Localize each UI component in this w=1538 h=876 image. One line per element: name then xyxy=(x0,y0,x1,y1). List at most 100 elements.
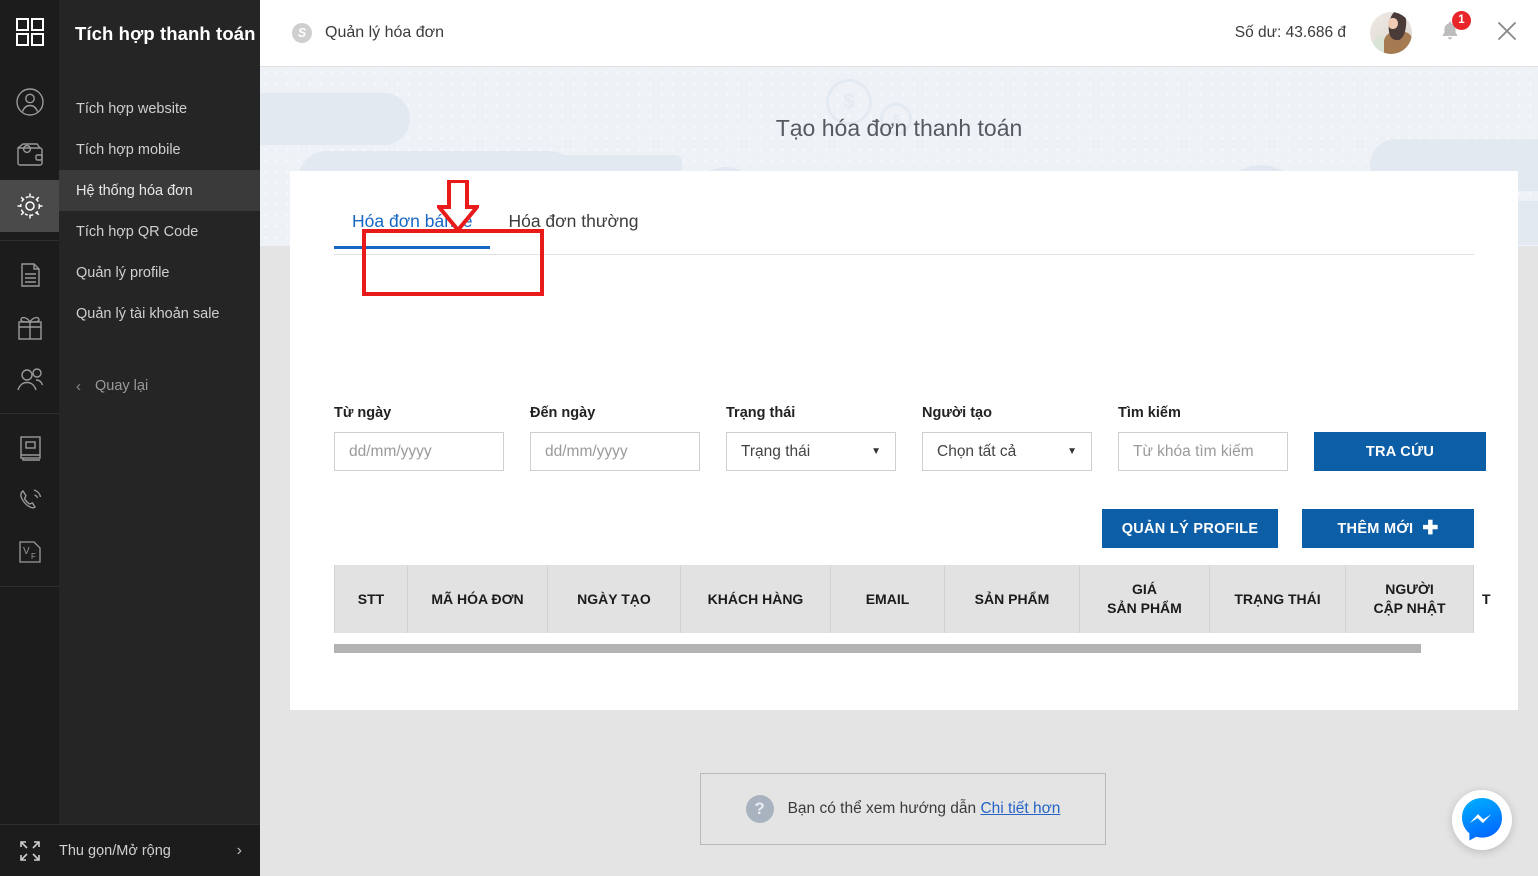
to-date-input[interactable]: dd/mm/yyyy xyxy=(530,432,700,471)
tab-hoa-don-ban-le[interactable]: Hóa đơn bán lẻ xyxy=(334,199,491,249)
app-window: V F Tích hợp thanh toán Tích hợp website… xyxy=(0,0,1538,876)
sidebar-back-button[interactable]: ‹ Quay lại xyxy=(59,368,260,404)
filter-from-date: Từ ngày dd/mm/yyyy xyxy=(334,405,504,471)
account-icon xyxy=(13,85,47,119)
rail-item-vcard[interactable]: V F xyxy=(0,526,59,578)
rail-item-users[interactable] xyxy=(0,353,59,405)
filter-label: Tìm kiếm xyxy=(1118,405,1181,421)
svg-text:V: V xyxy=(23,546,30,557)
column-header-truncated[interactable]: T xyxy=(1474,565,1504,633)
column-header-nguoi-cap-nhat[interactable]: NGƯỜI CẬP NHẬT xyxy=(1346,565,1474,633)
status-select[interactable]: Trạng thái ▼ xyxy=(726,432,896,471)
filter-creator: Người tạo Chọn tất cả ▼ xyxy=(922,405,1092,471)
column-header-san-pham[interactable]: SẢN PHẨM xyxy=(945,565,1080,633)
top-bar-left: S Quản lý hóa đơn xyxy=(260,23,444,43)
filter-label: Người tạo xyxy=(922,405,992,421)
rail-item-settings[interactable] xyxy=(0,180,59,232)
from-date-input[interactable]: dd/mm/yyyy xyxy=(334,432,504,471)
notification-bell[interactable]: 1 xyxy=(1438,10,1471,48)
rail-item-account[interactable] xyxy=(0,76,59,128)
balance-label: Số dư: 43.686 đ xyxy=(1234,24,1346,41)
rail-item-gift[interactable] xyxy=(0,301,59,353)
column-header-email[interactable]: EMAIL xyxy=(831,565,945,633)
banner-title: Tạo hóa đơn thanh toán xyxy=(775,115,1023,141)
rail-group-3: V F xyxy=(0,414,59,587)
chevron-left-icon: ‹ xyxy=(76,377,81,395)
column-header-ngay-tao[interactable]: NGÀY TẠO xyxy=(548,565,681,633)
help-message: Bạn có thể xem hướng dẫn xyxy=(787,800,981,817)
rail-group-2 xyxy=(0,241,59,414)
close-icon[interactable] xyxy=(1494,18,1520,49)
plus-icon: ✚ xyxy=(1422,518,1439,539)
bell-notification-icon xyxy=(1438,21,1462,47)
column-header-khach-hang[interactable]: KHÁCH HÀNG xyxy=(681,565,831,633)
sidebar-back-label: Quay lại xyxy=(95,378,149,394)
expand-arrows-icon xyxy=(0,840,59,862)
icon-rail: V F xyxy=(0,0,59,876)
column-header-gia-san-pham[interactable]: GIÁ SẢN PHẨM xyxy=(1080,565,1210,633)
rail-item-wallet[interactable] xyxy=(0,128,59,180)
chevron-down-icon: ▼ xyxy=(1067,446,1077,457)
vcard-icon: V F xyxy=(15,537,45,567)
wallet-icon xyxy=(13,137,47,171)
grid-apps-icon xyxy=(14,16,46,53)
search-button[interactable]: TRA CỨU xyxy=(1314,432,1486,471)
gift-icon xyxy=(14,311,46,343)
tab-bar: Hóa đơn bán lẻ Hóa đơn thường xyxy=(334,199,1474,255)
messenger-icon xyxy=(1459,795,1505,846)
page-title: Quản lý hóa đơn xyxy=(325,24,445,41)
filter-to-date: Đến ngày dd/mm/yyyy xyxy=(530,405,700,471)
top-bar-right: Số dư: 43.686 đ 1 xyxy=(1234,10,1538,54)
status-select-value: Trạng thái xyxy=(741,442,811,460)
filter-label: Trạng thái xyxy=(726,405,796,421)
filter-label: Đến ngày xyxy=(530,405,596,421)
messenger-fab[interactable] xyxy=(1452,790,1512,850)
news-document-icon xyxy=(14,259,46,291)
filter-status: Trạng thái Trạng thái ▼ xyxy=(726,405,896,471)
collapse-expand-bar[interactable]: Thu gọn/Mở rộng › xyxy=(0,824,260,876)
column-header-trang-thai[interactable]: TRẠNG THÁI xyxy=(1210,565,1346,633)
add-new-button[interactable]: THÊM MỚI ✚ xyxy=(1302,509,1474,548)
phone-call-icon xyxy=(14,484,46,516)
manage-profile-button[interactable]: QUẢN LÝ PROFILE xyxy=(1102,509,1278,548)
chevron-down-icon: ▼ xyxy=(871,446,881,457)
invoice-table: STT MÃ HÓA ĐƠN NGÀY TẠO KHÁCH HÀNG EMAIL… xyxy=(334,565,1491,653)
collapse-expand-label: Thu gọn/Mở rộng xyxy=(59,842,171,859)
sidebar-menu: Tích hợp website Tích hợp mobile Hệ thốn… xyxy=(59,68,260,404)
sidebar-item-quan-ly-tai-khoan-sale[interactable]: Quản lý tài khoản sale xyxy=(59,293,260,334)
column-header-ma-hoa-don[interactable]: MÃ HÓA ĐƠN xyxy=(408,565,548,633)
search-input[interactable]: Từ khóa tìm kiếm xyxy=(1118,432,1288,471)
help-hint-box: ? Bạn có thể xem hướng dẫn Chi tiết hơn xyxy=(700,773,1106,845)
skype-icon: S xyxy=(292,23,312,43)
scrollbar-thumb[interactable] xyxy=(334,644,1421,653)
avatar-face xyxy=(1388,17,1398,29)
sidebar-item-tich-hop-qr-code[interactable]: Tích hợp QR Code xyxy=(59,211,260,252)
creator-select[interactable]: Chọn tất cả ▼ xyxy=(922,432,1092,471)
sidebar-item-tich-hop-website[interactable]: Tích hợp website xyxy=(59,88,260,129)
sidebar-item-quan-ly-profile[interactable]: Quản lý profile xyxy=(59,252,260,293)
filter-label: Từ ngày xyxy=(334,405,392,421)
filter-submit: TRA CỨU xyxy=(1314,432,1486,471)
tab-hoa-don-thuong[interactable]: Hóa đơn thường xyxy=(490,199,656,248)
notification-badge: 1 xyxy=(1452,10,1471,30)
avatar[interactable] xyxy=(1370,12,1412,54)
table-horizontal-scrollbar[interactable] xyxy=(334,644,1474,653)
sidebar: Tích hợp thanh toán Tích hợp website Tíc… xyxy=(59,0,260,876)
creator-select-value: Chọn tất cả xyxy=(937,442,1017,460)
rail-item-news[interactable] xyxy=(0,249,59,301)
app-logo[interactable] xyxy=(0,0,59,68)
main-content: $ $ Tạo hóa đơn thanh toán Hóa đơn bán l… xyxy=(260,67,1538,876)
help-detail-link[interactable]: Chi tiết hơn xyxy=(980,800,1060,817)
add-new-label: THÊM MỚI xyxy=(1337,520,1414,537)
rail-item-phone[interactable] xyxy=(0,474,59,526)
gear-settings-icon xyxy=(13,189,47,223)
sidebar-item-tich-hop-mobile[interactable]: Tích hợp mobile xyxy=(59,129,260,170)
sidebar-title: Tích hợp thanh toán xyxy=(75,23,256,44)
top-bar: S Quản lý hóa đơn Số dư: 43.686 đ 1 xyxy=(260,0,1538,67)
rail-item-book[interactable] xyxy=(0,422,59,474)
column-header-stt[interactable]: STT xyxy=(334,565,408,633)
sidebar-item-he-thong-hoa-don[interactable]: Hệ thống hóa đơn xyxy=(59,170,260,211)
filter-search: Tìm kiếm Từ khóa tìm kiếm xyxy=(1118,405,1288,471)
book-icon xyxy=(14,432,46,464)
table-header-row: STT MÃ HÓA ĐƠN NGÀY TẠO KHÁCH HÀNG EMAIL… xyxy=(334,565,1491,633)
